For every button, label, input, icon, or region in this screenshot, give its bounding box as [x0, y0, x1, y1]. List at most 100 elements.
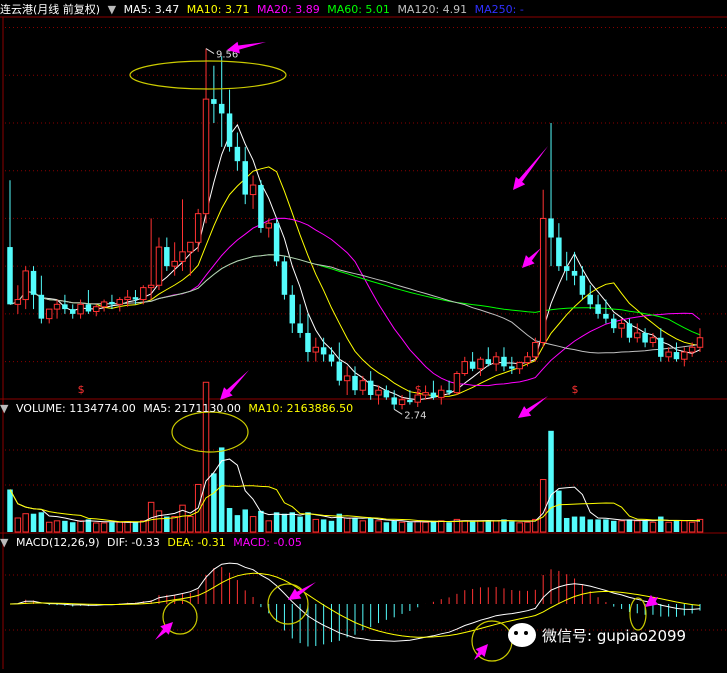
candle-body [626, 323, 633, 338]
candle-body [367, 380, 374, 395]
volume-bar [516, 522, 523, 533]
candle-body [30, 270, 37, 295]
candle-body [681, 351, 688, 360]
volume-bar [179, 504, 186, 533]
candle-body [77, 303, 84, 315]
volume-bar [375, 520, 382, 533]
candle-body [93, 306, 100, 312]
candle-body [548, 218, 554, 238]
main-legend: 连云港(月线 前复权) ▼ MA5: 3.47 MA10: 3.71 MA20:… [0, 2, 528, 18]
candle-body [492, 356, 500, 365]
volume-bar [509, 521, 515, 532]
candle-body [297, 323, 303, 333]
volume-bar [45, 521, 53, 533]
volume-bar [116, 521, 124, 533]
candle-body [38, 294, 45, 319]
volume-bar [53, 520, 61, 533]
candle-body [649, 337, 657, 344]
volume-bar [603, 519, 609, 532]
volume-bar [234, 515, 241, 532]
watermark: 微信号: gupiao2099 [508, 620, 686, 650]
candle-body [665, 351, 672, 358]
candle-body [116, 299, 124, 305]
candle-body [132, 297, 139, 300]
candle-body [618, 322, 625, 329]
stock-title[interactable]: 连云港(月线 前复权) [0, 3, 100, 16]
candle-body [249, 184, 257, 196]
annotation-arrow-4 [220, 370, 249, 400]
volume-bar [140, 520, 147, 533]
volume-bar [93, 522, 100, 533]
volume-bar [422, 521, 429, 533]
candle-body [202, 98, 210, 215]
volume-bar [281, 513, 288, 532]
candle-body [398, 399, 406, 406]
volume-bar [22, 513, 29, 533]
volume-bar [548, 430, 554, 532]
candle-body [211, 99, 217, 104]
candle-body [563, 266, 570, 271]
candle-body [509, 366, 515, 369]
volume-ma5-line [9, 458, 701, 523]
volume-bar [571, 516, 578, 532]
volume-bar [461, 520, 469, 533]
volume-bar [7, 489, 13, 532]
volume-bar [132, 522, 139, 532]
volume-bar [626, 519, 633, 532]
candle-body [7, 247, 13, 305]
candle-body [124, 296, 131, 301]
volume-bar [579, 516, 586, 532]
candle-body [289, 294, 296, 324]
dividend-marker: $ [415, 383, 422, 396]
volume-bar [446, 522, 452, 532]
volume-bar [297, 516, 303, 532]
dropdown-icon[interactable]: ▼ [108, 3, 116, 16]
volume-bar [587, 519, 593, 532]
volume-bar [187, 516, 194, 533]
candle-body [62, 304, 68, 310]
candle-body [320, 347, 327, 355]
volume-bar [62, 520, 68, 532]
ma5-label: MA5: 3.47 [123, 3, 180, 16]
volume-dropdown-icon[interactable]: ▼ [0, 402, 8, 415]
candle-body [187, 241, 194, 253]
macd-dropdown-icon[interactable]: ▼ [0, 536, 8, 549]
ma250-label: MA250: - [474, 3, 524, 16]
candle-body [218, 103, 225, 114]
volume-bar [258, 510, 264, 532]
candle-body [179, 251, 186, 262]
candle-body [595, 304, 601, 314]
candle-body [611, 318, 617, 329]
volume-legend: ▼ VOLUME: 1134774.00 MA5: 2171130.00 MA1… [0, 401, 357, 417]
volume-bar [563, 517, 570, 532]
candle-body [532, 342, 539, 358]
volume-bar [681, 520, 688, 533]
volume-bar [265, 520, 272, 533]
candle-body [634, 332, 641, 339]
candle-body [226, 113, 233, 147]
volume-bar [501, 519, 507, 532]
volume-bar [328, 520, 335, 532]
candle-body [658, 337, 664, 357]
volume-bar [469, 520, 476, 532]
candle-body [100, 301, 108, 308]
volume-bar [367, 517, 374, 532]
high-pointer [205, 48, 215, 54]
candle-body [422, 392, 429, 396]
candle-body [22, 270, 29, 301]
candle-body [53, 303, 61, 310]
volume-bar [649, 521, 657, 533]
volume-bar [124, 521, 131, 533]
macd-value-label: MACD: -0.05 [233, 536, 302, 549]
volume-bar [289, 512, 296, 532]
candle-body [673, 352, 680, 360]
dividend-marker: $ [572, 383, 579, 396]
macd-legend: ▼ MACD(12,26,9) DIF: -0.33 DEA: -0.31 MA… [0, 535, 306, 551]
candle-body [579, 275, 586, 295]
candle-body [407, 399, 413, 403]
volume-ma5-label: MA5: 2171130.00 [143, 402, 241, 415]
volume-bar [634, 520, 641, 533]
volume-bar [407, 522, 413, 532]
volume-bar [438, 520, 445, 533]
ma120-label: MA120: 4.91 [397, 3, 468, 16]
